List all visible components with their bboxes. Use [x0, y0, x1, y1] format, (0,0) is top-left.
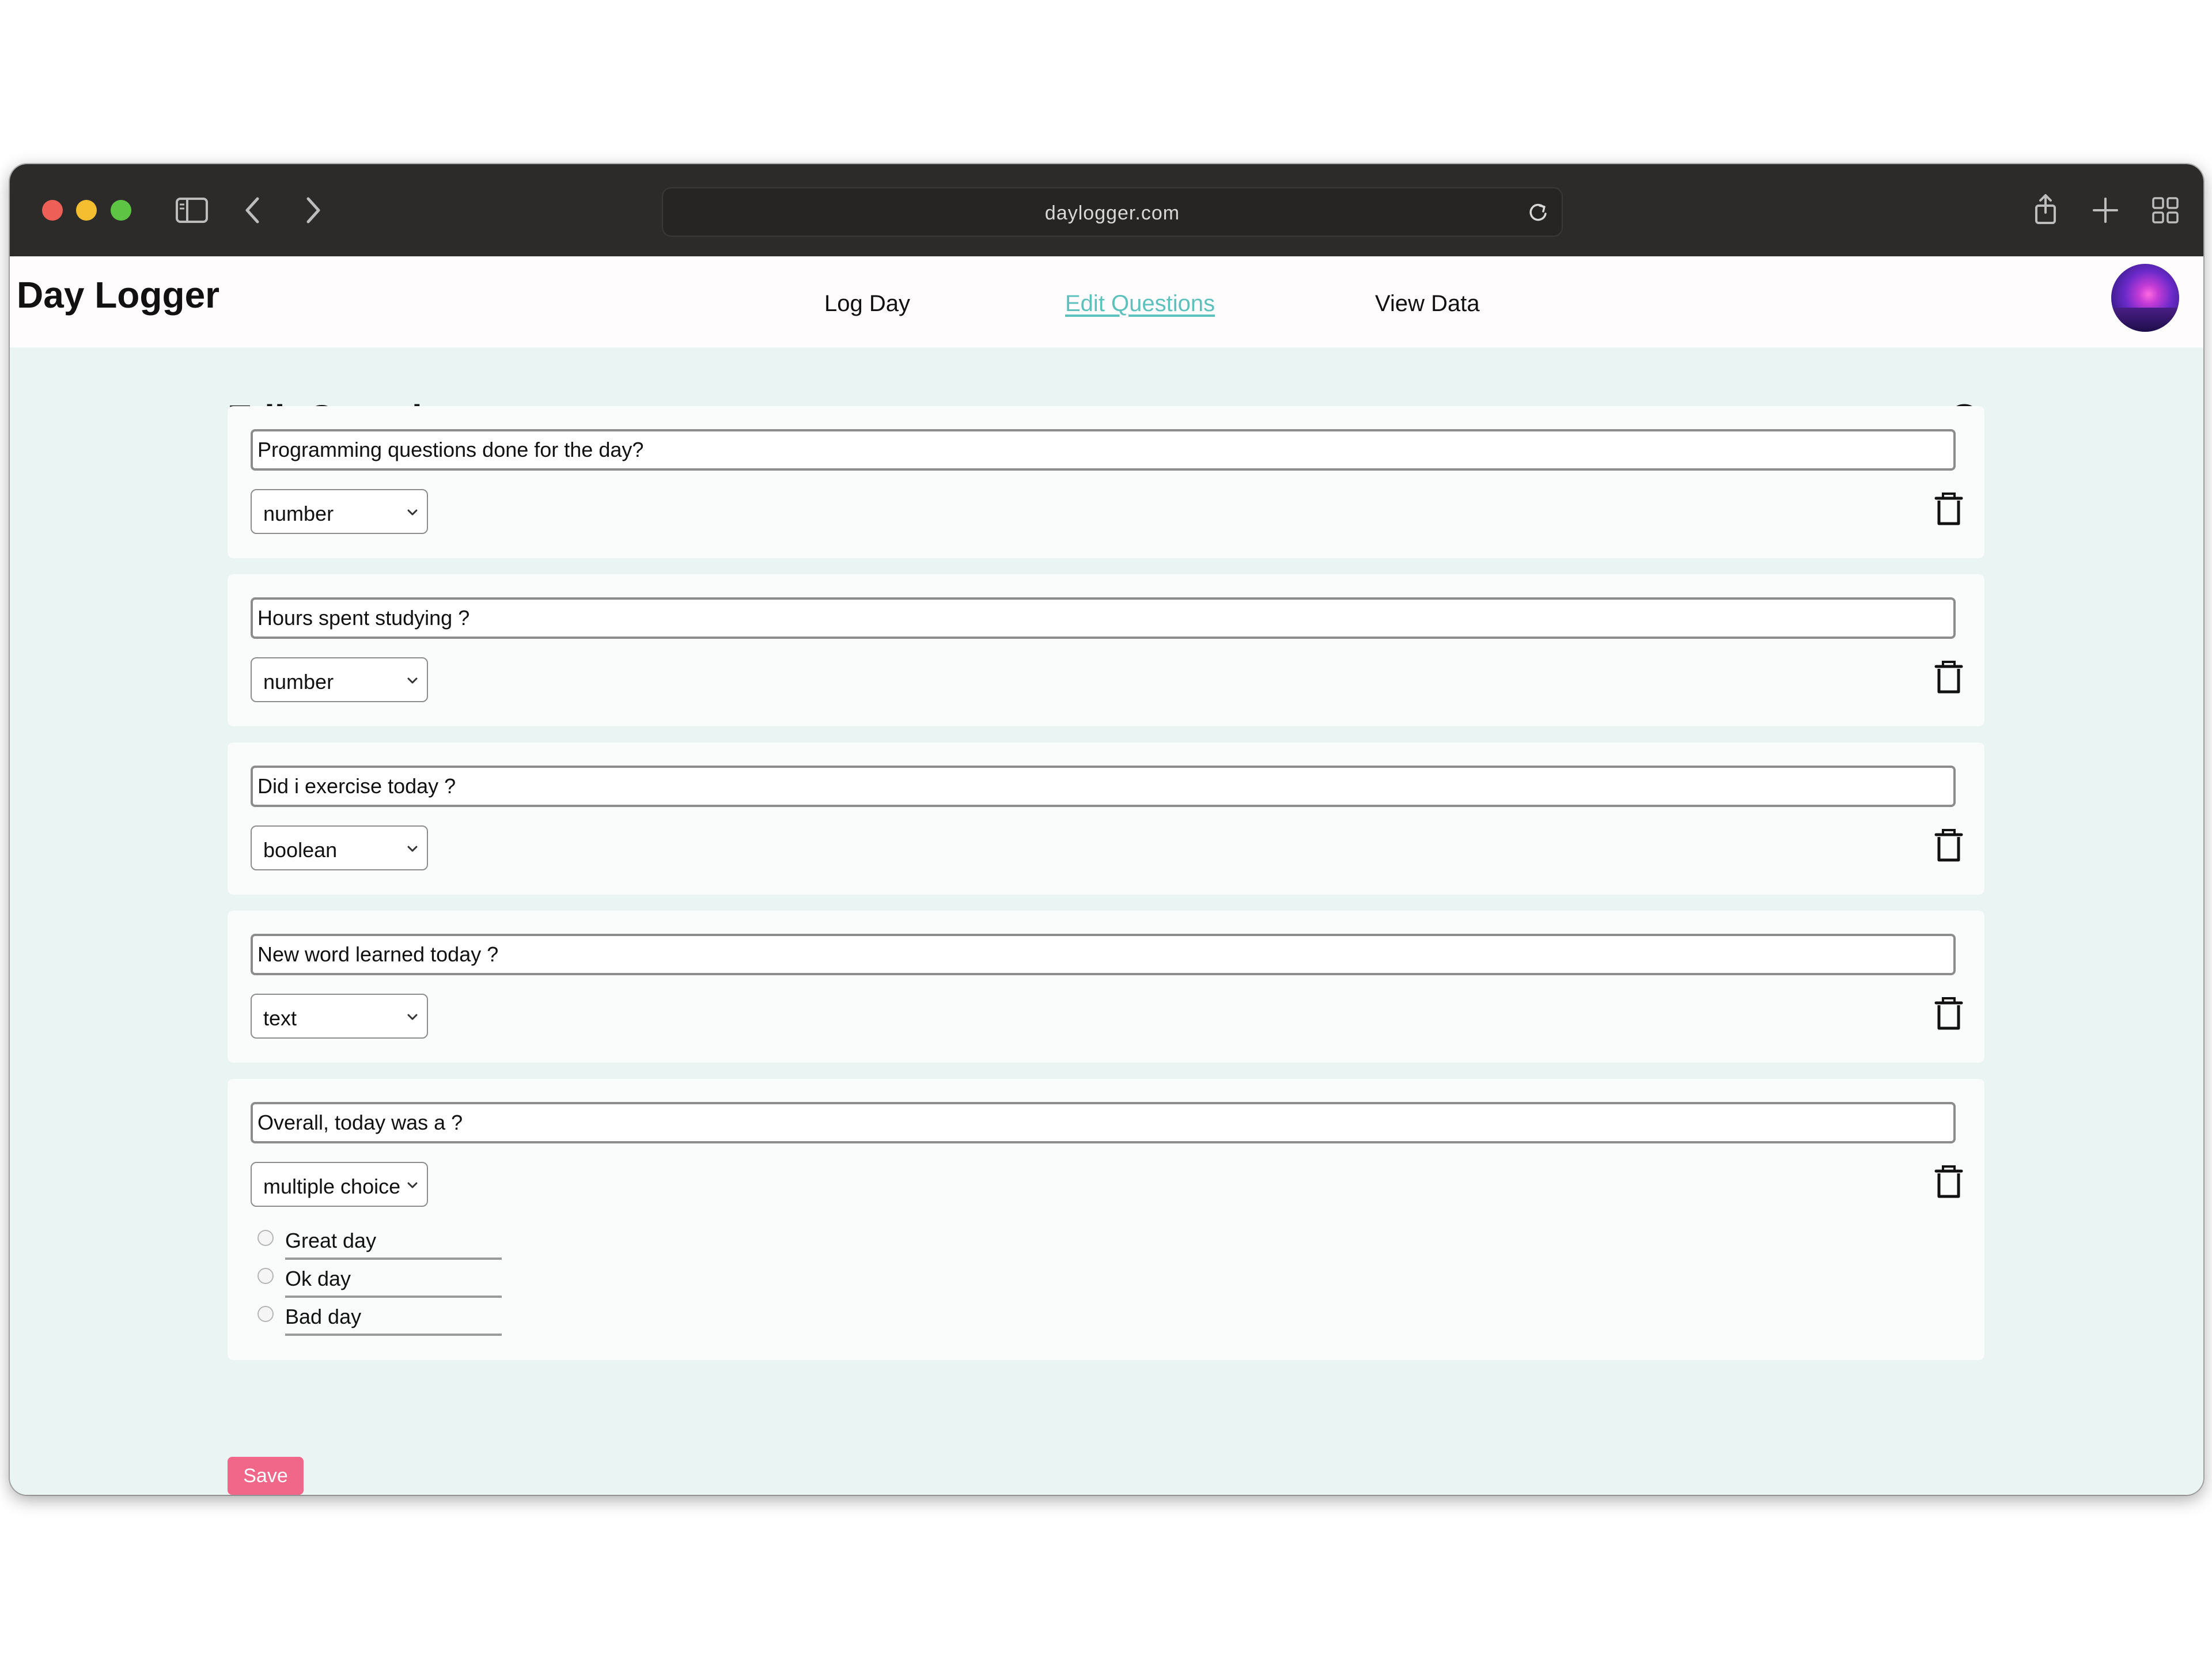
chevron-down-icon: [407, 509, 418, 516]
question-type-value: number: [263, 670, 334, 694]
brand-logo[interactable]: Day Logger: [17, 274, 219, 316]
question-type-select[interactable]: multiple choice: [251, 1162, 428, 1207]
delete-question-button[interactable]: [1933, 661, 1965, 695]
trash-icon: [1934, 1165, 1963, 1198]
share-icon[interactable]: [2025, 190, 2066, 231]
forward-icon[interactable]: [292, 190, 334, 231]
choice-option: Bad day: [251, 1300, 504, 1338]
question-type-value: text: [263, 1006, 297, 1030]
delete-question-button[interactable]: [1933, 493, 1965, 527]
trash-icon: [1934, 493, 1963, 525]
trash-icon: [1934, 829, 1963, 862]
delete-question-button[interactable]: [1933, 829, 1965, 863]
tab-overview-icon[interactable]: [2145, 190, 2186, 231]
question-card: boolean: [228, 743, 1984, 895]
chevron-down-icon: [407, 1182, 418, 1188]
back-icon[interactable]: [232, 190, 274, 231]
question-type-select[interactable]: number: [251, 657, 428, 702]
question-text-input[interactable]: [251, 429, 1956, 471]
question-text-input[interactable]: [251, 766, 1956, 807]
question-text-input[interactable]: [251, 597, 1956, 639]
question-type-select[interactable]: text: [251, 994, 428, 1039]
nav-log-day[interactable]: Log Day: [824, 291, 910, 317]
reload-icon[interactable]: [1525, 199, 1551, 225]
choice-option: Ok day: [251, 1262, 504, 1300]
trash-icon: [1934, 661, 1963, 694]
new-tab-icon[interactable]: [2085, 190, 2126, 231]
chevron-down-icon: [407, 846, 418, 852]
address-bar[interactable]: daylogger.com: [662, 187, 1563, 237]
nav-edit-questions[interactable]: Edit Questions: [1065, 291, 1215, 317]
app-navbar: Day Logger Log Day Edit Questions View D…: [10, 256, 2203, 347]
chevron-down-icon: [407, 677, 418, 684]
question-card: number: [228, 574, 1984, 726]
delete-question-button[interactable]: [1933, 997, 1965, 1032]
choice-radio[interactable]: [257, 1268, 274, 1284]
close-window-button[interactable]: [42, 200, 63, 221]
maximize-window-button[interactable]: [111, 200, 131, 221]
choice-radio[interactable]: [257, 1306, 274, 1322]
save-button[interactable]: Save: [228, 1457, 304, 1495]
question-type-value: boolean: [263, 838, 338, 862]
choice-option-input[interactable]: Bad day: [285, 1305, 502, 1336]
choice-options-list: Great day Ok day Bad day: [251, 1224, 504, 1338]
main-content: Edit Questions number number: [10, 347, 2203, 1495]
browser-toolbar: daylogger.com: [10, 164, 2203, 256]
avatar-image: [2111, 307, 2179, 332]
question-type-value: number: [263, 502, 334, 525]
question-card: text: [228, 911, 1984, 1063]
url-text: daylogger.com: [1044, 202, 1180, 224]
sidebar-toggle-icon[interactable]: [171, 190, 213, 231]
choice-option-input[interactable]: Great day: [285, 1229, 502, 1260]
question-card: multiple choice Great day Ok day Bad day: [228, 1079, 1984, 1360]
avatar[interactable]: [2111, 264, 2179, 332]
trash-icon: [1934, 997, 1963, 1030]
choice-option-input[interactable]: Ok day: [285, 1267, 502, 1298]
delete-question-button[interactable]: [1933, 1165, 1965, 1200]
question-type-select[interactable]: boolean: [251, 825, 428, 870]
question-text-input[interactable]: [251, 934, 1956, 975]
browser-window: daylogger.com Day Logger Log Day Edit Qu…: [10, 164, 2203, 1495]
choice-option: Great day: [251, 1224, 504, 1262]
question-card: number: [228, 406, 1984, 558]
nav-view-data[interactable]: View Data: [1375, 291, 1480, 317]
chevron-down-icon: [407, 1014, 418, 1020]
question-type-select[interactable]: number: [251, 489, 428, 534]
minimize-window-button[interactable]: [76, 200, 97, 221]
choice-radio[interactable]: [257, 1230, 274, 1246]
question-text-input[interactable]: [251, 1102, 1956, 1143]
question-type-value: multiple choice: [263, 1175, 401, 1198]
